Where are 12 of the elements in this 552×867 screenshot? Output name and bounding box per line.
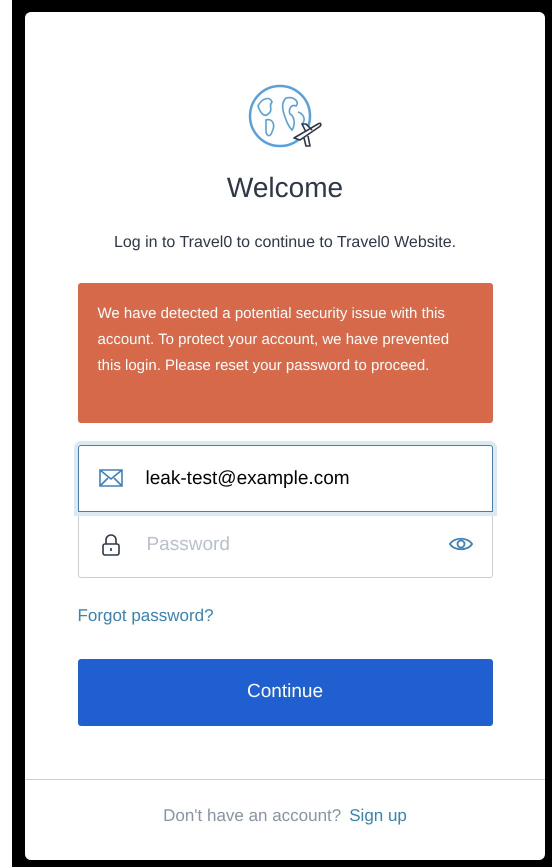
lock-icon bbox=[102, 534, 120, 556]
sign-up-link[interactable]: Sign up bbox=[349, 803, 407, 828]
envelope-icon bbox=[98, 469, 122, 487]
email-field[interactable]: leak-test@example.com bbox=[78, 445, 492, 512]
signup-prompt-text: Don't have an account? bbox=[163, 805, 342, 827]
welcome-heading: Welcome bbox=[226, 171, 344, 205]
eye-icon bbox=[448, 536, 472, 552]
continue-button[interactable]: Continue bbox=[78, 659, 492, 726]
show-password-button[interactable] bbox=[448, 536, 472, 552]
security-alert: We have detected a potential security issue with this account. To protect your account, we have prevented this login. Please reset your password to proceed. bbox=[78, 283, 492, 423]
forgot-password-link[interactable]: Forgot password? bbox=[78, 606, 214, 625]
subtitle-text: Log in to Travel0 to continue to Travel0 Website. bbox=[114, 233, 456, 253]
